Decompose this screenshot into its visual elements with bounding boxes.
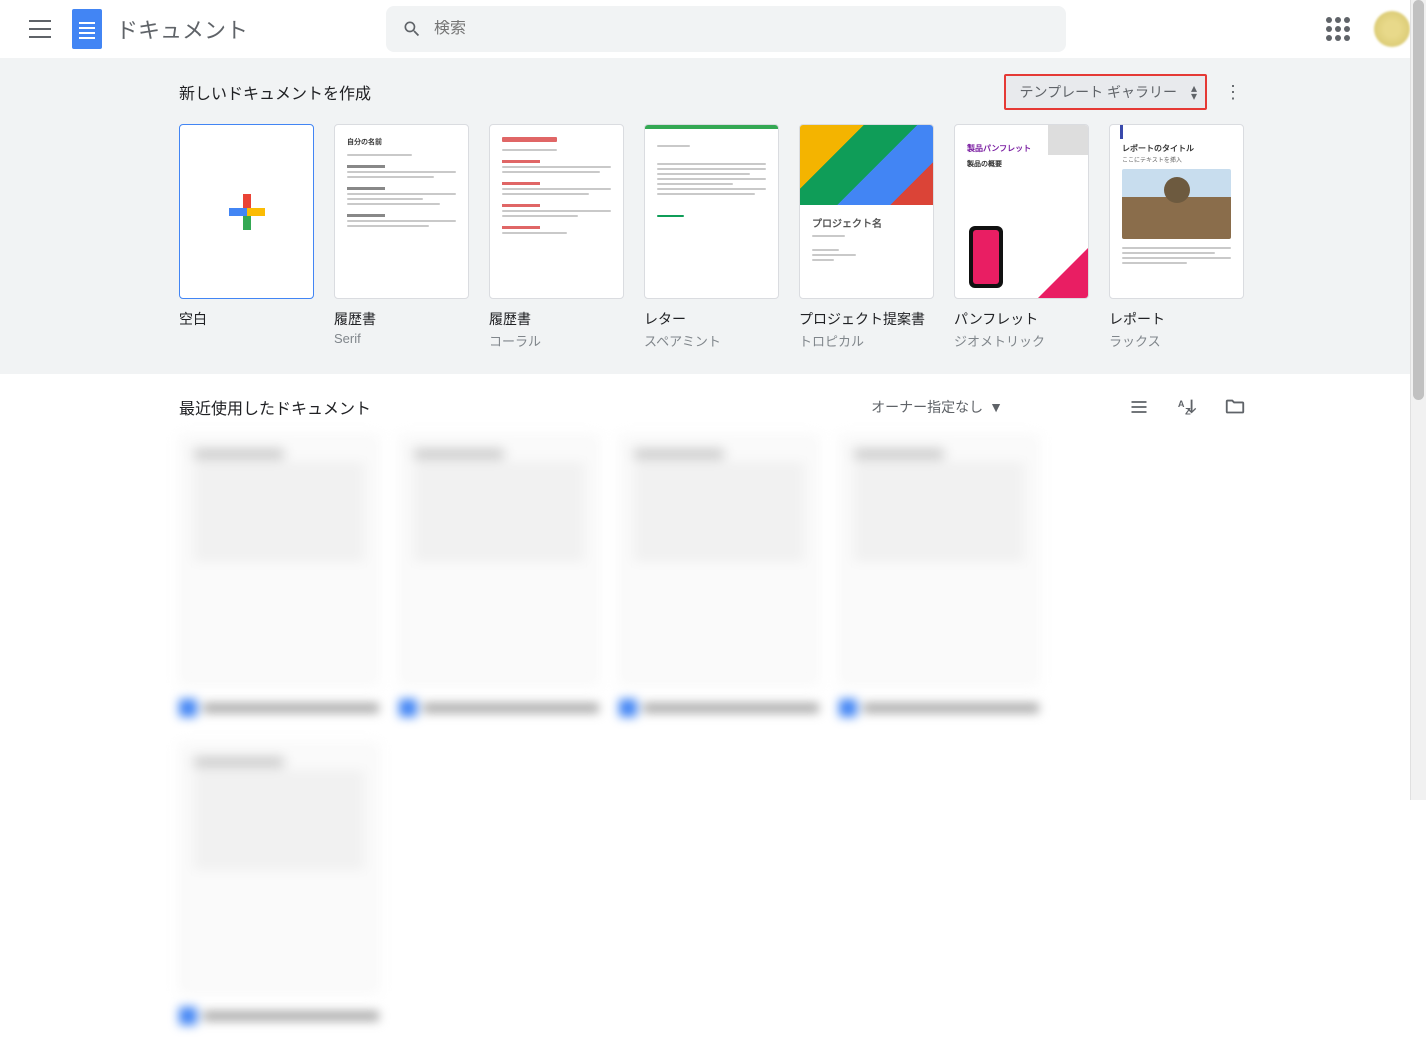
docs-logo-icon[interactable] bbox=[72, 9, 102, 49]
list-view-button[interactable] bbox=[1127, 395, 1151, 419]
recent-heading: 最近使用したドキュメント bbox=[179, 395, 371, 419]
templates-section: 新しいドキュメントを作成 テンプレート ギャラリー ▴▾ ⋮ 空白 自分の名前 … bbox=[0, 58, 1426, 375]
recent-document[interactable] bbox=[179, 743, 379, 1031]
recent-document[interactable] bbox=[839, 435, 1039, 723]
template-subtitle: コーラル bbox=[489, 331, 624, 350]
template-subtitle: Serif bbox=[334, 331, 469, 346]
account-avatar[interactable] bbox=[1374, 11, 1410, 47]
template-title: 履歴書 bbox=[334, 309, 469, 329]
template-subtitle: スペアミント bbox=[644, 331, 779, 350]
template-resume-coral[interactable]: 履歴書 コーラル bbox=[489, 124, 624, 350]
recent-document[interactable] bbox=[619, 435, 819, 723]
scrollbar-thumb[interactable] bbox=[1413, 0, 1424, 400]
owner-filter-dropdown[interactable]: オーナー指定なし ▼ bbox=[871, 397, 1003, 417]
app-title: ドキュメント bbox=[116, 13, 248, 45]
vertical-scrollbar[interactable] bbox=[1410, 0, 1426, 800]
template-title: レポート bbox=[1109, 309, 1244, 329]
unfold-icon: ▴▾ bbox=[1191, 84, 1197, 100]
hamburger-icon bbox=[29, 20, 51, 38]
template-subtitle: ジオメトリック bbox=[954, 331, 1089, 350]
templates-more-button[interactable]: ⋮ bbox=[1219, 78, 1247, 106]
search-input[interactable] bbox=[434, 20, 1050, 38]
template-title: 履歴書 bbox=[489, 309, 624, 329]
recent-documents-grid bbox=[179, 435, 1247, 1031]
google-apps-button[interactable] bbox=[1326, 17, 1350, 41]
recent-document[interactable] bbox=[399, 435, 599, 723]
template-report-luxe[interactable]: レポートのタイトルここにテキストを挿入 レポート ラックス bbox=[1109, 124, 1244, 350]
main-menu-button[interactable] bbox=[16, 5, 64, 53]
templates-heading: 新しいドキュメントを作成 bbox=[179, 80, 371, 104]
dropdown-icon: ▼ bbox=[989, 399, 1003, 415]
more-vert-icon: ⋮ bbox=[1224, 82, 1242, 103]
template-subtitle: ラックス bbox=[1109, 331, 1244, 350]
templates-row: 空白 自分の名前 履歴書 Serif 履歴書 コーラル レター スペアミント プ… bbox=[179, 124, 1247, 350]
template-project-tropical[interactable]: プロジェクト名 プロジェクト提案書 トロピカル bbox=[799, 124, 934, 350]
template-gallery-button[interactable]: テンプレート ギャラリー ▴▾ bbox=[1004, 74, 1207, 110]
app-header: ドキュメント bbox=[0, 0, 1426, 58]
list-view-icon bbox=[1129, 397, 1149, 417]
open-file-picker-button[interactable] bbox=[1223, 395, 1247, 419]
template-title: プロジェクト提案書 bbox=[799, 309, 934, 329]
template-title: 空白 bbox=[179, 309, 314, 329]
search-bar[interactable] bbox=[386, 6, 1066, 52]
recent-section: 最近使用したドキュメント オーナー指定なし ▼ AZ bbox=[0, 375, 1426, 1051]
template-gallery-label: テンプレート ギャラリー bbox=[1020, 84, 1177, 100]
template-subtitle: トロピカル bbox=[799, 331, 934, 350]
template-letter-spearmint[interactable]: レター スペアミント bbox=[644, 124, 779, 350]
template-resume-serif[interactable]: 自分の名前 履歴書 Serif bbox=[334, 124, 469, 350]
search-icon bbox=[402, 19, 422, 39]
recent-document[interactable] bbox=[179, 435, 379, 723]
template-blank[interactable]: 空白 bbox=[179, 124, 314, 350]
svg-text:A: A bbox=[1178, 399, 1185, 409]
template-title: パンフレット bbox=[954, 309, 1089, 329]
owner-filter-label: オーナー指定なし bbox=[871, 397, 983, 417]
plus-icon bbox=[229, 194, 265, 230]
sort-button[interactable]: AZ bbox=[1175, 395, 1199, 419]
folder-icon bbox=[1224, 396, 1246, 418]
sort-az-icon: AZ bbox=[1176, 396, 1198, 418]
template-brochure-geometric[interactable]: 製品パンフレット製品の概要 パンフレット ジオメトリック bbox=[954, 124, 1089, 350]
template-title: レター bbox=[644, 309, 779, 329]
